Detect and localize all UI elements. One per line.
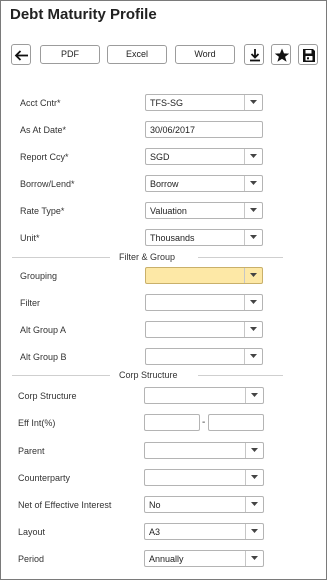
chevron-down-icon (251, 556, 258, 560)
eff-int-to-input[interactable] (208, 414, 264, 431)
page-title: Debt Maturity Profile (10, 6, 157, 23)
parent-label: Parent (18, 446, 45, 456)
counterparty-label: Counterparty (18, 473, 71, 483)
alt-group-b-select[interactable] (145, 348, 263, 365)
borrow-lend-value: Borrow (150, 179, 179, 189)
chevron-down-icon (251, 475, 258, 479)
star-icon (274, 48, 290, 62)
favorite-button[interactable] (271, 44, 291, 65)
chevron-down-icon (250, 181, 257, 185)
layout-select[interactable]: A3 (144, 523, 264, 540)
save-button[interactable] (298, 44, 318, 65)
chevron-down-icon (251, 393, 258, 397)
corp-structure-label: Corp Structure (18, 391, 77, 401)
eff-int-separator: - (202, 417, 206, 428)
chevron-down-icon (250, 300, 257, 304)
corp-structure-heading: Corp Structure (119, 370, 178, 380)
floppy-disk-icon (303, 49, 315, 62)
filter-label: Filter (20, 298, 40, 308)
borrow-lend-select[interactable]: Borrow (145, 175, 263, 192)
layout-label: Layout (18, 527, 46, 537)
as-at-date-label: As At Date* (20, 125, 67, 135)
download-button[interactable] (244, 44, 264, 65)
net-of-effective-interest-value: No (149, 500, 161, 510)
counterparty-select[interactable] (144, 469, 264, 486)
report-ccy-value: SGD (150, 152, 170, 162)
period-value: Annually (149, 554, 184, 564)
download-icon (250, 49, 260, 62)
chevron-down-icon (250, 354, 257, 358)
export-pdf-button[interactable]: PDF (40, 45, 100, 64)
filter-group-heading: Filter & Group (119, 252, 176, 262)
export-word-button[interactable]: Word (175, 45, 235, 64)
rate-type-select[interactable]: Valuation (145, 202, 263, 219)
acct-cntr-label: Acct Cntr* (20, 98, 61, 108)
chevron-down-icon (251, 448, 258, 452)
unit-value: Thousands (150, 233, 195, 243)
report-window: Debt Maturity Profile PDF Excel Word Acc… (0, 0, 327, 580)
rate-type-value: Valuation (150, 206, 187, 216)
as-at-date-input[interactable]: 30/06/2017 (145, 121, 263, 138)
alt-group-b-label: Alt Group B (20, 352, 67, 362)
period-select[interactable]: Annually (144, 550, 264, 567)
chevron-down-icon (250, 154, 257, 158)
parent-select[interactable] (144, 442, 264, 459)
export-excel-button[interactable]: Excel (107, 45, 167, 64)
back-button[interactable] (11, 44, 31, 65)
chevron-down-icon (251, 502, 258, 506)
period-label: Period (18, 554, 45, 564)
unit-label: Unit* (20, 233, 40, 243)
acct-cntr-value: TFS-SG (150, 98, 183, 108)
layout-value: A3 (149, 527, 161, 537)
rate-type-label: Rate Type* (20, 206, 65, 216)
grouping-label: Grouping (20, 271, 58, 281)
chevron-down-icon (250, 327, 257, 331)
chevron-down-icon (250, 100, 257, 104)
arrow-left-icon (14, 50, 28, 61)
eff-int-label: Eff Int(%) (18, 418, 56, 428)
chevron-down-icon (250, 273, 257, 277)
chevron-down-icon (250, 235, 257, 239)
report-ccy-label: Report Ccy* (20, 152, 69, 162)
corp-structure-divider: Corp Structure (12, 370, 283, 380)
net-of-effective-interest-select[interactable]: No (144, 496, 264, 513)
acct-cntr-select[interactable]: TFS-SG (145, 94, 263, 111)
as-at-date-value: 30/06/2017 (150, 125, 196, 135)
grouping-select[interactable] (145, 267, 263, 284)
chevron-down-icon (250, 208, 257, 212)
unit-select[interactable]: Thousands (145, 229, 263, 246)
alt-group-a-label: Alt Group A (20, 325, 67, 335)
filter-group-divider: Filter & Group (12, 252, 283, 262)
report-ccy-select[interactable]: SGD (145, 148, 263, 165)
filter-select[interactable] (145, 294, 263, 311)
net-of-effective-interest-label: Net of Effective Interest (18, 500, 112, 510)
borrow-lend-label: Borrow/Lend* (20, 179, 75, 189)
alt-group-a-select[interactable] (145, 321, 263, 338)
eff-int-from-input[interactable] (144, 414, 200, 431)
chevron-down-icon (251, 529, 258, 533)
corp-structure-select[interactable] (144, 387, 264, 404)
